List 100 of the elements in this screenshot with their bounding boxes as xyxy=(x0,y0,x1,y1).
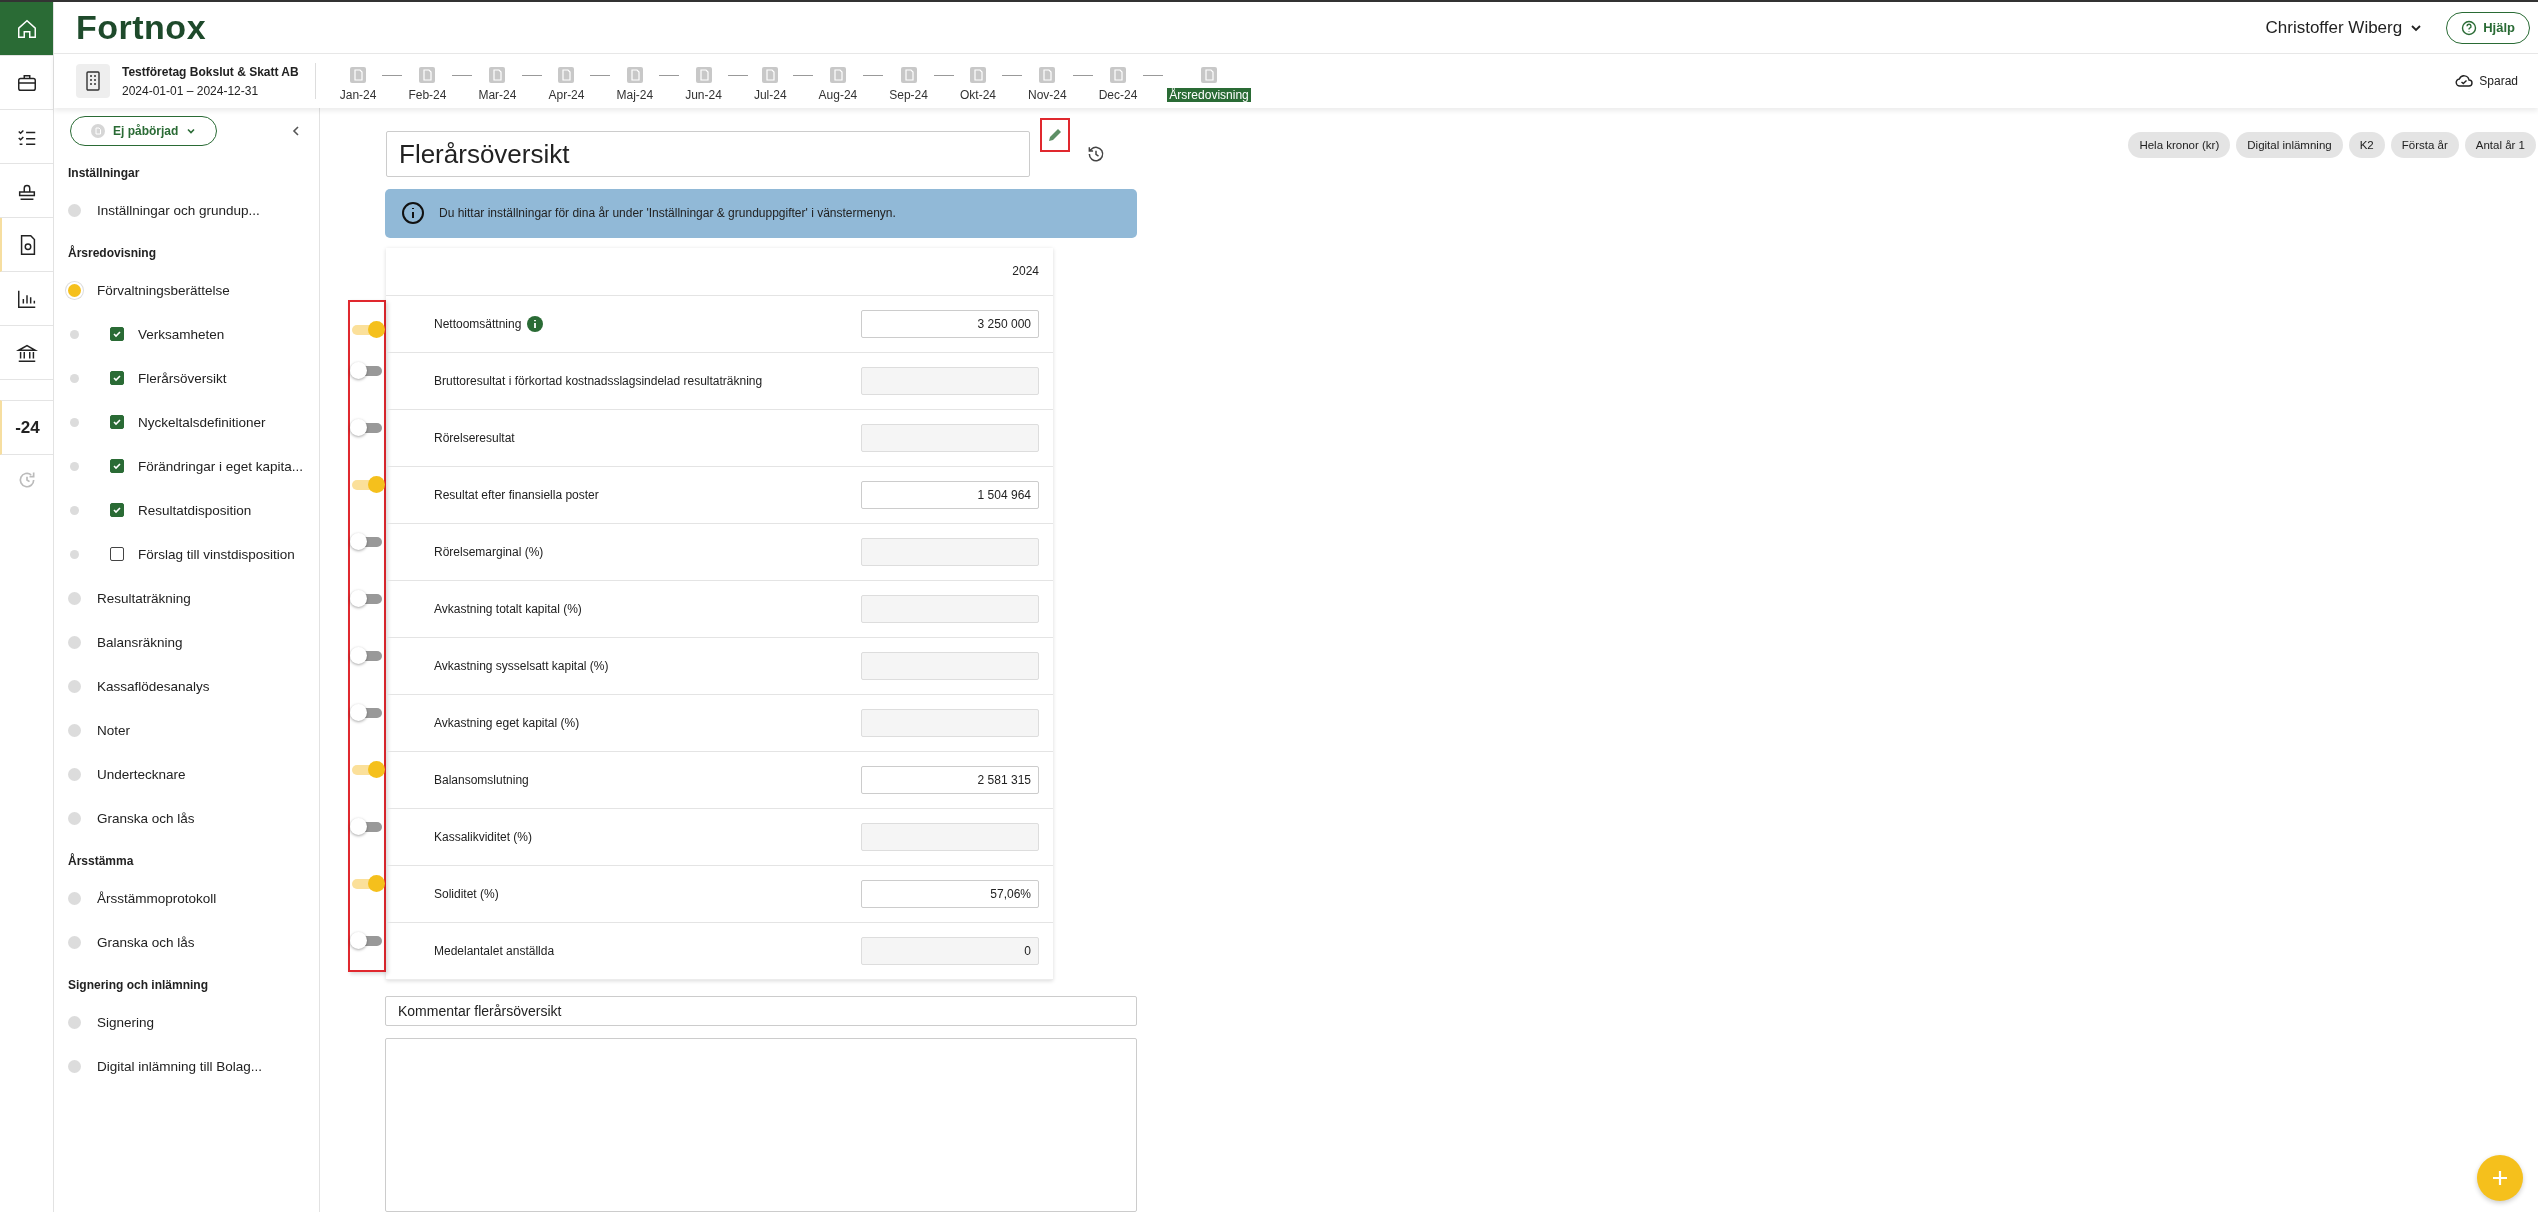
column-header: 2024 xyxy=(1012,264,1039,279)
nav-item[interactable]: Nyckeltalsdefinitioner xyxy=(138,414,266,430)
nav-item[interactable]: Balansräkning xyxy=(97,634,183,650)
checkbox[interactable] xyxy=(110,371,124,385)
checkbox[interactable] xyxy=(110,459,124,473)
history-icon[interactable] xyxy=(1086,144,1106,164)
nav-item[interactable]: Granska och lås xyxy=(97,810,195,826)
checkmark-icon xyxy=(112,417,122,427)
period-tab[interactable]: Jan-24 xyxy=(337,87,379,102)
value-field[interactable]: 0 xyxy=(861,936,1039,965)
filter-chip[interactable]: Digital inlämning xyxy=(2236,132,2343,158)
row-label: Balansomslutning xyxy=(434,772,529,787)
period-tab[interactable]: Dec-24 xyxy=(1096,87,1140,102)
document-icon xyxy=(91,124,105,138)
add-button[interactable] xyxy=(2477,1155,2523,1201)
filter-chip[interactable]: Första år xyxy=(2390,132,2459,158)
step-dot xyxy=(70,373,79,383)
value-field[interactable] xyxy=(861,822,1039,851)
section-heading: Signering och inlämning xyxy=(68,978,209,992)
period-tab[interactable]: Maj-24 xyxy=(614,87,656,102)
nav-item[interactable]: Verksamheten xyxy=(138,326,225,342)
row-label: Kassalikviditet (%) xyxy=(434,829,533,844)
value-field[interactable] xyxy=(861,537,1039,566)
value-field[interactable]: 2 581 315 xyxy=(861,765,1039,794)
save-status: Sparad xyxy=(2479,74,2518,88)
building-icon xyxy=(76,64,110,98)
period-tab[interactable]: Jun-24 xyxy=(683,87,724,102)
year-shortcut[interactable]: -24 xyxy=(15,417,40,438)
period-tab[interactable]: Jul-24 xyxy=(751,87,789,102)
comment-title-field[interactable]: Kommentar flerårsöversikt xyxy=(385,995,1137,1026)
plus-icon xyxy=(2490,1168,2510,1188)
checkmark-icon xyxy=(112,505,122,515)
edit-button[interactable] xyxy=(1040,118,1070,152)
nav-item[interactable]: Kassaflödesanalys xyxy=(97,678,210,694)
checkmark-icon xyxy=(112,373,122,383)
nav-item[interactable]: Granska och lås xyxy=(97,934,195,950)
nav-item[interactable]: Flerårsöversikt xyxy=(138,370,227,386)
period-tab[interactable]: Årsredovisning xyxy=(1167,87,1251,102)
value-field[interactable]: 1 504 964 xyxy=(861,480,1039,509)
value-field[interactable] xyxy=(861,366,1039,395)
row-label: Avkastning totalt kapital (%) xyxy=(434,601,582,616)
user-menu[interactable]: Christoffer Wiberg xyxy=(2265,17,2403,38)
nav-item[interactable]: Årsstämmoprotokoll xyxy=(97,890,217,906)
cloud-check-icon xyxy=(2455,74,2474,88)
nav-item[interactable]: Förvaltningsberättelse xyxy=(97,282,230,298)
period-tab[interactable]: Nov-24 xyxy=(1026,87,1069,102)
step-dot xyxy=(70,461,79,471)
value-field[interactable] xyxy=(861,708,1039,737)
nav-item[interactable]: Inställningar och grundup... xyxy=(97,202,260,218)
info-icon xyxy=(401,201,425,226)
period-tab[interactable]: Okt-24 xyxy=(957,87,998,102)
nav-item[interactable]: Noter xyxy=(97,722,130,738)
section-heading: Årsstämma xyxy=(68,854,135,868)
checkbox[interactable] xyxy=(110,547,124,561)
help-button[interactable]: Hjälp xyxy=(2446,11,2530,44)
step-dot xyxy=(70,329,79,339)
checkbox[interactable] xyxy=(110,327,124,341)
period-tab[interactable]: Apr-24 xyxy=(546,87,587,102)
company-name: Testföretag Bokslut & Skatt AB xyxy=(122,64,299,79)
period-tab[interactable]: Sep-24 xyxy=(887,87,930,102)
title-field[interactable]: Flerårsöversikt xyxy=(386,131,1030,177)
status-dropdown[interactable]: Ej påbörjad xyxy=(70,116,218,146)
filter-chip[interactable]: K2 xyxy=(2348,132,2385,158)
value-field[interactable] xyxy=(861,594,1039,623)
question-icon xyxy=(2461,19,2478,36)
row-label: Medelantalet anställda xyxy=(434,943,555,958)
checkbox[interactable] xyxy=(110,503,124,517)
value-field[interactable] xyxy=(861,423,1039,452)
step-dot xyxy=(70,417,79,427)
checkbox[interactable] xyxy=(110,415,124,429)
row-label: Soliditet (%) xyxy=(434,886,499,901)
nav-item[interactable]: Förändringar i eget kapita... xyxy=(138,458,304,474)
nav-item[interactable]: Resultaträkning xyxy=(97,590,191,606)
nav-item[interactable]: Förslag till vinstdisposition xyxy=(138,546,295,562)
checkmark-icon xyxy=(112,329,122,339)
info-icon[interactable] xyxy=(527,315,544,332)
row-label: Avkastning sysselsatt kapital (%) xyxy=(434,658,609,673)
period-tab[interactable]: Feb-24 xyxy=(406,87,449,102)
filter-chip[interactable]: Antal år 1 xyxy=(2464,132,2536,158)
filter-chip[interactable]: Hela kronor (kr) xyxy=(2128,132,2231,158)
value-field[interactable]: 57,06% xyxy=(861,879,1039,908)
row-label: Rörelseresultat xyxy=(434,430,515,445)
nav-item[interactable]: Signering xyxy=(97,1014,155,1030)
logo: Fortnox xyxy=(76,8,207,47)
period-tab[interactable]: Mar-24 xyxy=(476,87,519,102)
value-field[interactable]: 3 250 000 xyxy=(861,309,1039,338)
home-icon[interactable] xyxy=(15,17,38,40)
nav-item[interactable]: Digital inlämning till Bolag... xyxy=(97,1058,263,1074)
row-label: Rörelsemarginal (%) xyxy=(434,544,544,559)
row-label: Avkastning eget kapital (%) xyxy=(434,715,580,730)
collapse-icon[interactable] xyxy=(291,125,301,137)
value-field[interactable] xyxy=(861,651,1039,680)
row-label: Bruttoresultat i förkortad kostnadsslagsindelad resultaträkning xyxy=(434,373,763,388)
pencil-icon xyxy=(1047,127,1063,143)
section-heading: Årsredovisning xyxy=(68,246,158,260)
comment-field[interactable] xyxy=(385,1037,1137,1212)
nav-item[interactable]: Resultatdisposition xyxy=(138,502,252,518)
nav-item[interactable]: Undertecknare xyxy=(97,766,186,782)
period-tab[interactable]: Aug-24 xyxy=(816,87,860,102)
toggle-switch[interactable] xyxy=(352,324,382,335)
